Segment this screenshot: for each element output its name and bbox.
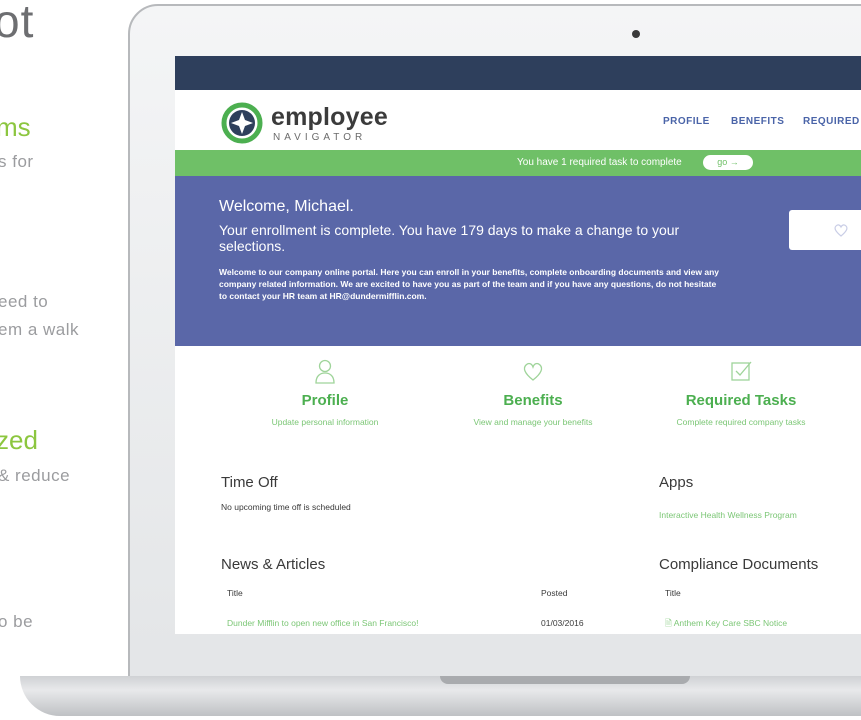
laptop-screen: employee NAVIGATOR PROFILE BENEFITS REQU… — [175, 56, 861, 634]
profile-tile-title: Profile — [301, 392, 349, 409]
checkbox-icon — [731, 361, 752, 381]
welcome-heading: Welcome, Michael. — [219, 198, 354, 215]
news-column-posted: Posted — [541, 588, 568, 598]
slide-text-fragment-2: eed to — [0, 292, 49, 311]
slide-text-fragment-5: o be — [0, 612, 34, 631]
slide-text-fragment-3: em a walk — [0, 320, 80, 339]
top-bar — [175, 56, 861, 90]
go-button[interactable]: go → — [703, 155, 753, 170]
document-icon: 🗎 — [665, 618, 672, 628]
app-link[interactable]: Interactive Health Wellness Program — [659, 510, 797, 520]
compliance-column-title: Title — [665, 588, 681, 598]
news-article-date: 01/03/2016 — [541, 618, 584, 628]
compliance-heading: Compliance Documents — [659, 556, 819, 573]
slide-text-fragment-4: & reduce — [0, 466, 71, 485]
enrollment-status: Your enrollment is complete. You have 17… — [219, 222, 680, 254]
benefits-tile[interactable]: Benefits View and manage your benefits — [433, 358, 633, 427]
news-column-title: Title — [227, 588, 243, 598]
required-tasks-tile[interactable]: Required Tasks Complete required company… — [641, 358, 841, 427]
laptop-base — [20, 676, 861, 716]
welcome-hero: Welcome, Michael. Your enrollment is com… — [175, 176, 861, 346]
compliance-document-link[interactable]: 🗎 Anthem Key Care SBC Notice — [665, 618, 787, 632]
site-header: employee NAVIGATOR PROFILE BENEFITS REQU… — [175, 90, 861, 150]
nav-profile[interactable]: PROFILE — [663, 116, 710, 127]
news-heading: News & Articles — [221, 556, 326, 573]
webcam — [632, 30, 640, 38]
apps-heading: Apps — [659, 474, 694, 491]
slide-title-fragment: ot — [0, 0, 35, 47]
benefits-tile-title: Benefits — [503, 392, 563, 409]
heart-icon — [834, 224, 848, 237]
welcome-message: Welcome to our company online portal. He… — [219, 267, 720, 301]
compliance-document-title: Anthem Key Care SBC Notice — [673, 618, 788, 628]
slide-text-fragment-1: s for — [0, 152, 34, 171]
time-off-note: No upcoming time off is scheduled — [221, 502, 351, 512]
required-tasks-tile-title: Required Tasks — [685, 392, 797, 409]
logo-wordmark: employee — [271, 103, 388, 131]
slide-heading-fragment-1: ms — [0, 112, 31, 142]
profile-tile[interactable]: Profile Update personal information — [225, 358, 425, 427]
profile-tile-subtitle: Update personal information — [271, 417, 379, 427]
time-off-heading: Time Off — [221, 474, 278, 491]
logo-subtitle: NAVIGATOR — [273, 132, 367, 143]
slide-heading-fragment-2: zed — [0, 425, 38, 455]
nav-required-tasks[interactable]: REQUIRED T — [803, 116, 861, 127]
task-banner: You have 1 required task to complete go … — [175, 150, 861, 176]
laptop-base-notch — [440, 676, 690, 684]
benefits-tile-subtitle: View and manage your benefits — [473, 417, 593, 427]
task-banner-text: You have 1 required task to complete — [517, 157, 682, 168]
required-tasks-tile-subtitle: Complete required company tasks — [676, 417, 806, 427]
news-article-link[interactable]: Dunder Mifflin to open new office in San… — [227, 618, 419, 628]
benefits-card[interactable] — [789, 210, 861, 250]
logo-icon[interactable] — [221, 102, 263, 144]
nav-benefits[interactable]: BENEFITS — [731, 116, 784, 127]
person-icon — [315, 359, 335, 384]
heart-icon — [523, 362, 543, 381]
